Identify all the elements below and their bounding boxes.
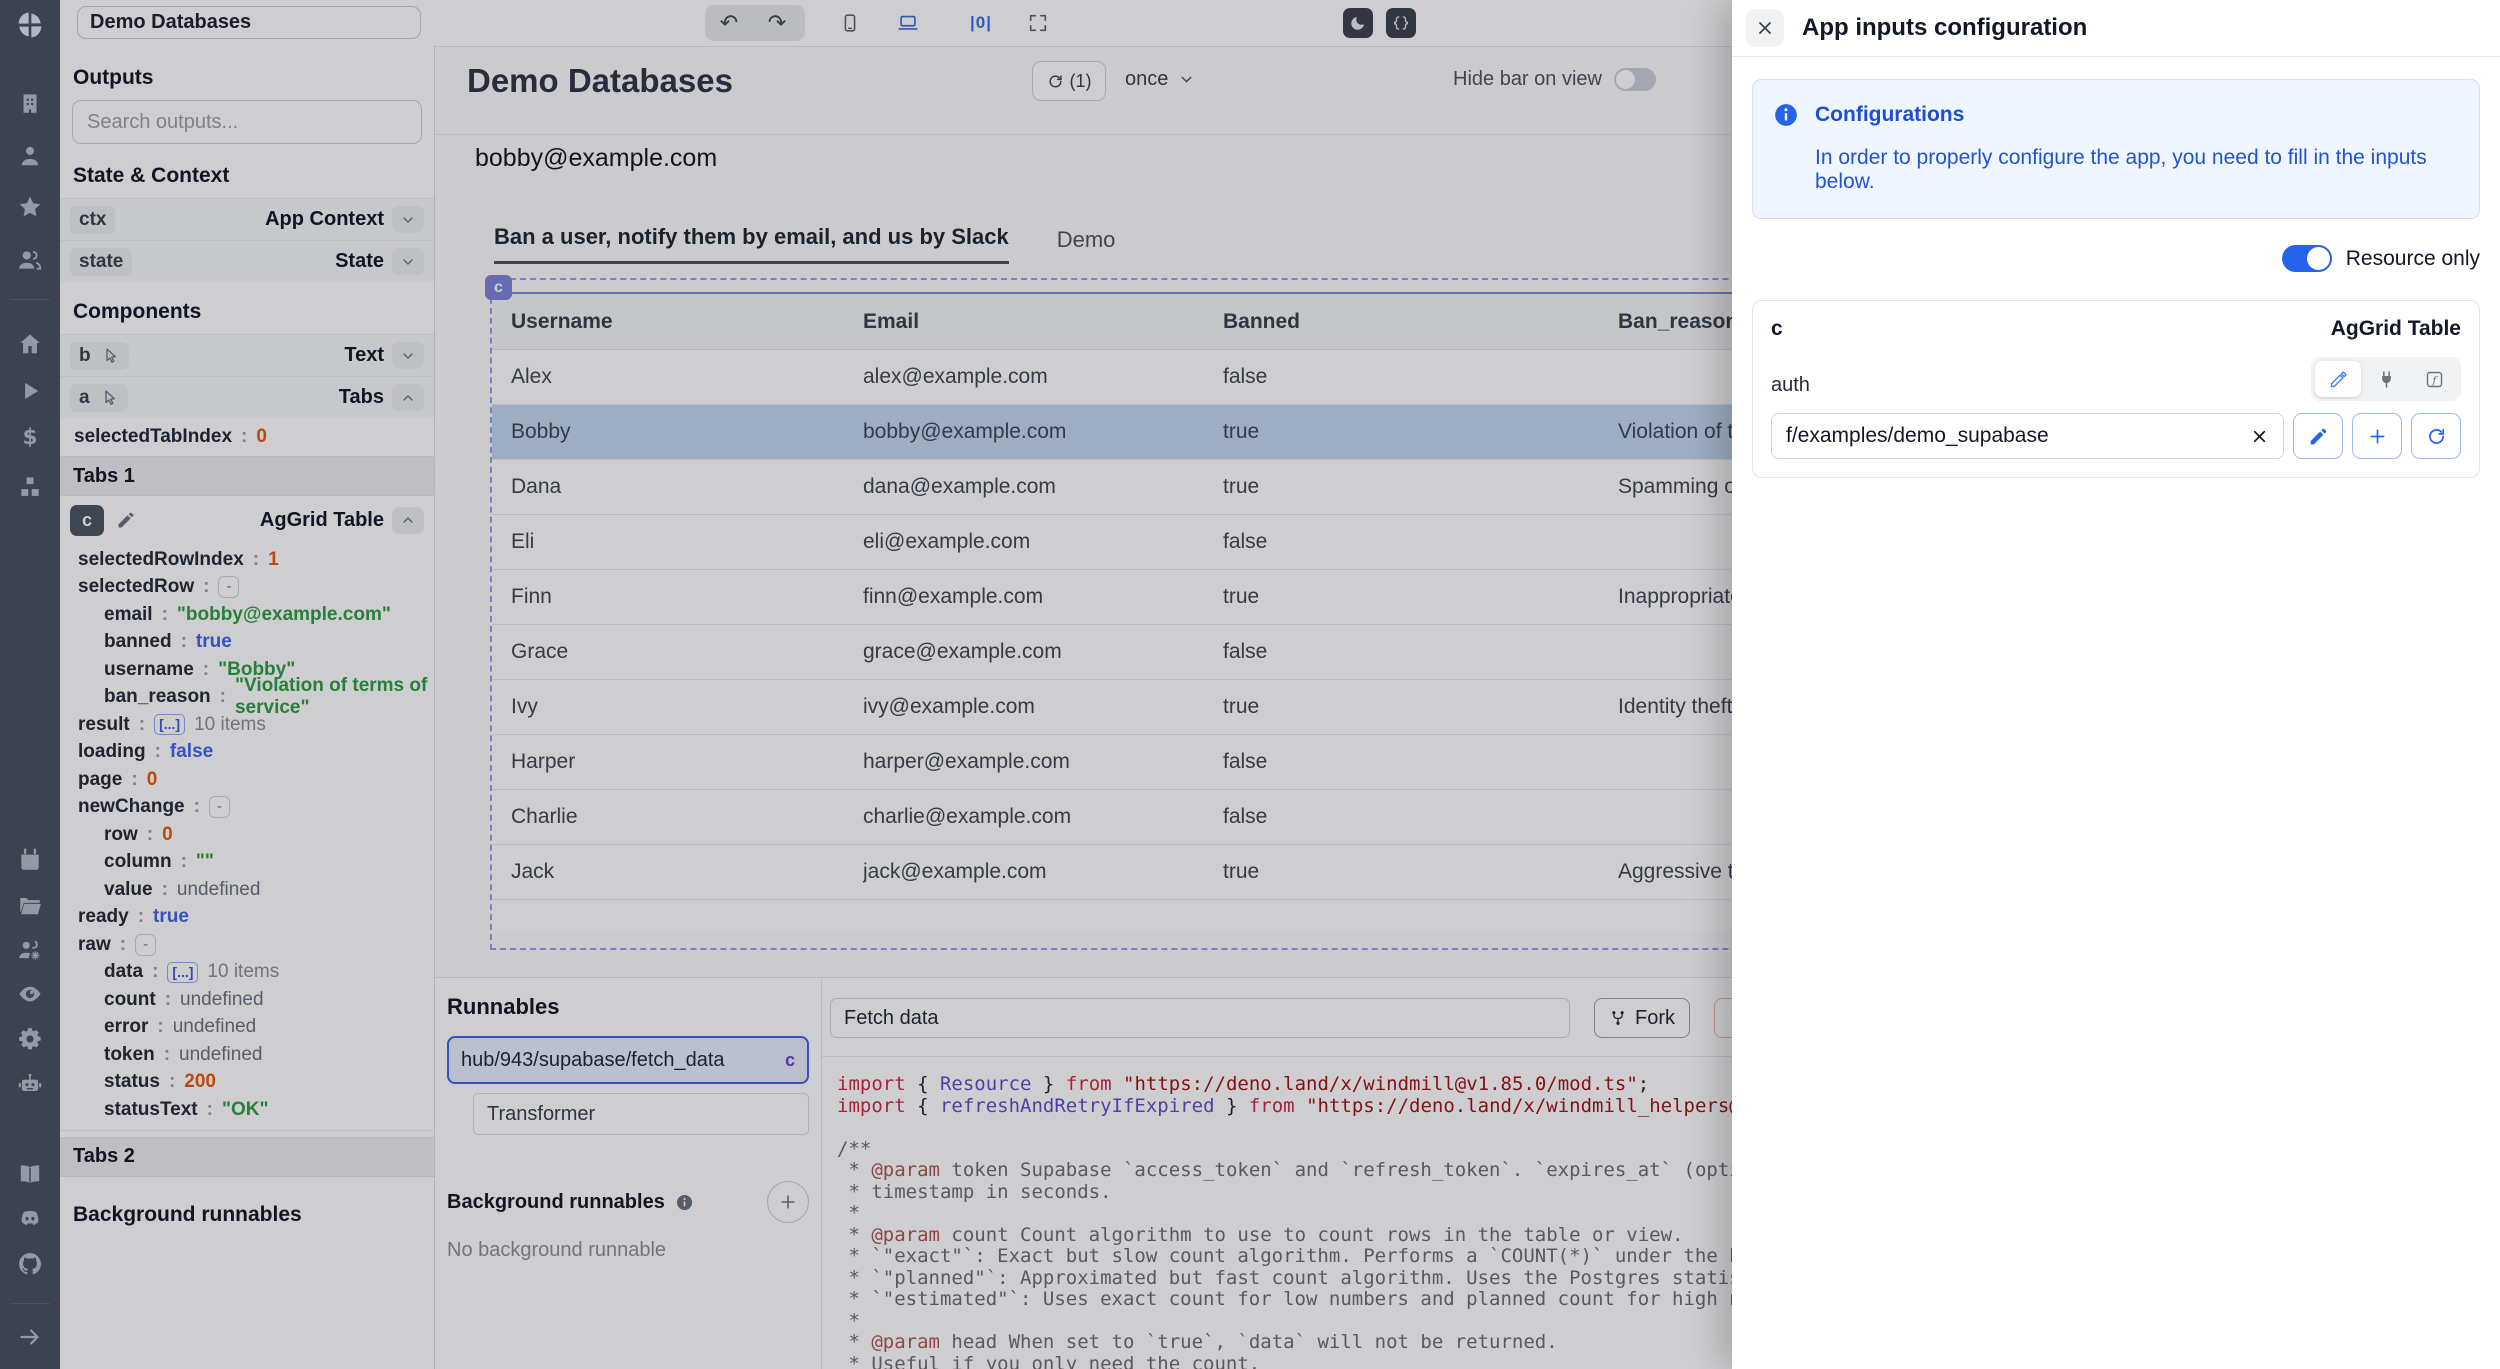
close-icon[interactable] [1746,9,1784,47]
app-inputs-drawer: App inputs configuration Configurations … [1732,0,2500,1369]
info-icon [1773,102,1799,128]
component-input-card: c AgGrid Table auth f f/examples/demo_su… [1752,300,2480,478]
add-resource-button[interactable] [2352,413,2402,459]
connect-mode-plug-icon[interactable] [2363,361,2409,397]
static-mode-pencil-icon[interactable] [2315,361,2361,397]
clear-resource-icon[interactable] [2250,427,2269,446]
edit-resource-button[interactable] [2293,413,2343,459]
info-title: Configurations [1815,103,1964,127]
component-id: c [1771,317,1783,341]
resource-input[interactable]: f/examples/demo_supabase [1771,413,2284,459]
windmill-app-editor: $ ↶ ↷ |0| Outputs State & Context ctx Ap… [0,0,2500,1369]
info-text: In order to properly configure the app, … [1815,146,2459,194]
resource-value: f/examples/demo_supabase [1786,424,2049,448]
drawer-title: App inputs configuration [1802,14,2087,42]
refresh-resource-button[interactable] [2411,413,2461,459]
resource-only-label: Resource only [2346,247,2480,271]
eval-mode-fx-icon[interactable]: f [2411,361,2457,397]
field-label: auth [1771,374,1810,401]
input-mode-group: f [2311,357,2461,401]
svg-text:f: f [2431,374,2438,386]
resource-only-toggle[interactable] [2282,245,2332,272]
component-type: AgGrid Table [2331,317,2461,341]
configurations-info-box: Configurations In order to properly conf… [1752,79,2480,219]
